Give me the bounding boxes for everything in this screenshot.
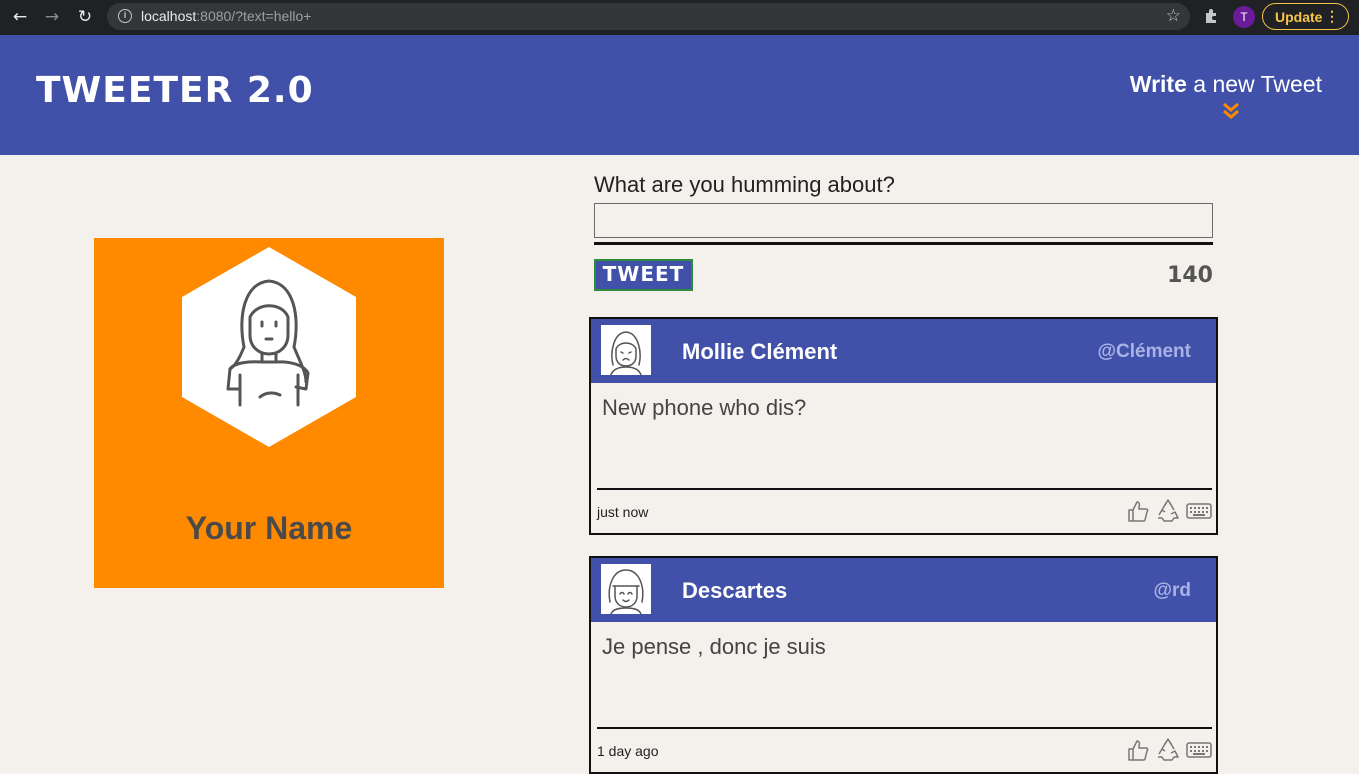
profile-name: Your Name [185,510,353,546]
bookmark-star-icon[interactable]: ☆ [1166,6,1181,26]
compose-label: What are you humming about? [594,172,895,197]
reload-icon[interactable]: ↻ [74,6,96,28]
browser-toolbar: ← → ↻ i localhost:8080/?text=hello+ ☆ T … [0,0,1359,35]
tweet-author-name: Mollie Clément [682,339,838,364]
tweet-author-avatar [601,564,651,615]
profile-avatar-hexagon [182,247,356,452]
tweet-card: Descartes @rd Je pense , donc je suis 1 … [589,556,1218,774]
tweet-author-avatar [601,325,651,376]
tweet-text: Je pense , donc je suis [602,634,826,659]
tweet-submit-button[interactable]: TWEET [594,259,693,291]
tweet-author-name: Descartes [682,578,788,603]
more-vert-icon: ⋮ [1325,8,1339,24]
tweet-author-handle: @rd [1153,580,1191,601]
recycle-icon[interactable] [1156,738,1180,762]
thumbs-up-icon[interactable] [1126,499,1150,523]
extensions-puzzle-icon[interactable] [1203,7,1221,25]
tweet-divider [597,727,1212,729]
write-rest: a new Tweet [1186,71,1322,97]
url-text[interactable]: localhost:8080/?text=hello+ [141,8,311,24]
character-counter: 140 [1167,263,1213,288]
url-host: localhost [141,8,197,24]
tweet-divider [597,488,1212,490]
tweet-text: New phone who dis? [602,395,807,420]
url-path: :8080/?text=hello+ [196,8,312,24]
app-header: TWEETER 2.0 Write a new Tweet [0,35,1359,155]
tweet-input[interactable] [594,203,1213,238]
address-bar[interactable]: i localhost:8080/?text=hello+ ☆ [107,3,1190,30]
composer-divider [594,242,1213,245]
tweet-header: Descartes @rd [591,558,1216,622]
tweet-actions [1126,499,1212,523]
keyboard-icon[interactable] [1186,738,1212,762]
app-logo: TWEETER 2.0 [36,70,314,111]
back-arrow-icon[interactable]: ← [9,6,31,28]
write-new-tweet-link[interactable]: Write a new Tweet [1130,71,1322,98]
recycle-icon[interactable] [1156,499,1180,523]
profile-card: Your Name [94,238,444,588]
double-chevron-down-icon[interactable] [1222,102,1240,120]
tweet-timestamp: 1 day ago [597,743,659,759]
update-label: Update [1275,8,1323,25]
info-icon[interactable]: i [118,9,132,23]
thumbs-up-icon[interactable] [1126,738,1150,762]
keyboard-icon[interactable] [1186,499,1212,523]
profile-avatar[interactable]: T [1233,6,1255,28]
forward-arrow-icon[interactable]: → [41,6,63,28]
tweet-timestamp: just now [597,504,649,520]
update-button[interactable]: Update ⋮ [1262,3,1349,30]
tweet-author-handle: @Clément [1097,341,1192,362]
write-bold: Write [1129,71,1187,97]
tweet-actions [1126,738,1212,762]
tweet-card: Mollie Clément @Clément New phone who di… [589,317,1218,535]
tweet-header: Mollie Clément @Clément [591,319,1216,383]
